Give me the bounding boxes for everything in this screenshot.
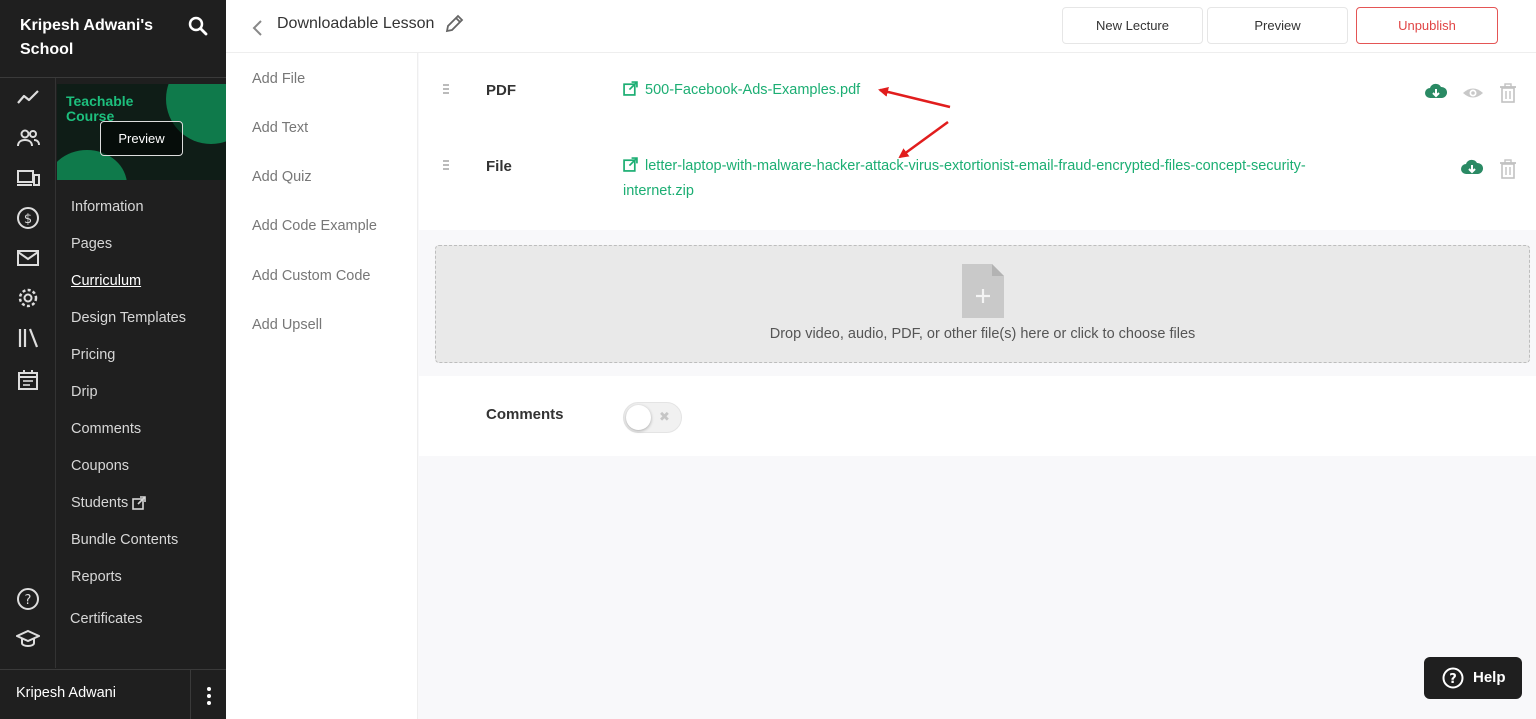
file-type-label: File: [486, 158, 512, 175]
dropzone-area: Drop video, audio, PDF, or other file(s)…: [419, 230, 1536, 376]
nav-item-pricing[interactable]: Pricing: [57, 338, 226, 375]
users-icon[interactable]: [16, 126, 40, 150]
drag-handle-icon[interactable]: [443, 84, 449, 98]
search-icon[interactable]: [188, 16, 208, 36]
nav-item-information[interactable]: Information: [57, 190, 226, 227]
nav-item-design-templates[interactable]: Design Templates: [57, 301, 226, 338]
add-custom-code-link[interactable]: Add Custom Code: [252, 268, 370, 284]
sidebar: Kripesh Adwani's School $ ? Teachable Co…: [0, 0, 226, 719]
add-quiz-link[interactable]: Add Quiz: [252, 169, 312, 185]
nav-item-coupons[interactable]: Coupons: [57, 449, 226, 486]
download-icon[interactable]: [1425, 81, 1447, 103]
file-name-line-1: letter-laptop-with-malware-hacker-attack…: [645, 158, 1306, 174]
nav-item-drip[interactable]: Drip: [57, 375, 226, 412]
comments-label: Comments: [486, 406, 564, 423]
nav-item-certificates[interactable]: Certificates: [57, 604, 143, 634]
graduation-cap-icon[interactable]: [16, 627, 40, 651]
school-name[interactable]: Kripesh Adwani's School: [20, 14, 170, 62]
gear-icon[interactable]: [16, 286, 40, 310]
comments-card: Comments ✖: [419, 376, 1536, 456]
svg-text:?: ?: [25, 593, 32, 608]
devices-icon[interactable]: [16, 166, 40, 190]
chevron-left-icon[interactable]: [250, 18, 264, 36]
add-upsell-link[interactable]: Add Upsell: [252, 317, 322, 333]
new-lecture-button[interactable]: New Lecture: [1062, 7, 1203, 44]
course-thumbnail: Teachable Course Preview: [57, 84, 226, 180]
trash-icon[interactable]: [1497, 82, 1519, 104]
calendar-icon[interactable]: [16, 368, 40, 392]
file-type-label: PDF: [486, 82, 516, 99]
mail-icon[interactable]: [16, 246, 40, 270]
lesson-title: Downloadable Lesson: [277, 15, 435, 32]
nav-item-bundle-contents[interactable]: Bundle Contents: [57, 523, 226, 560]
lesson-header: Downloadable Lesson New Lecture Preview …: [226, 0, 1536, 53]
thumbnail-preview-button[interactable]: Preview: [100, 121, 183, 156]
library-icon[interactable]: [16, 326, 40, 350]
dropzone-text: Drop video, audio, PDF, or other file(s)…: [769, 326, 1196, 342]
icon-rail: $ ?: [0, 78, 56, 668]
toggle-knob: [626, 405, 651, 430]
help-circle-icon: ?: [1442, 667, 1464, 689]
svg-text:?: ?: [1449, 672, 1457, 687]
help-button[interactable]: ? Help: [1424, 657, 1522, 699]
nav-item-students[interactable]: Students: [57, 486, 226, 523]
eye-icon[interactable]: [1462, 82, 1484, 104]
nav-item-label: Students: [71, 495, 129, 511]
dollar-icon[interactable]: $: [16, 206, 40, 230]
trend-icon[interactable]: [16, 86, 40, 110]
add-text-link[interactable]: Add Text: [252, 120, 308, 136]
file-link[interactable]: 500-Facebook-Ads-Examples.pdf: [623, 78, 860, 103]
files-card: PDF 500-Facebook-Ads-Examples.pdf File l…: [419, 53, 1536, 230]
school-header: Kripesh Adwani's School: [0, 0, 226, 78]
nav-item-curriculum[interactable]: Curriculum: [57, 264, 226, 301]
add-file-link[interactable]: Add File: [252, 71, 305, 87]
comments-toggle[interactable]: ✖: [623, 402, 682, 433]
pencil-icon[interactable]: [443, 13, 465, 35]
unpublish-button[interactable]: Unpublish: [1356, 7, 1498, 44]
external-link-icon: [132, 496, 147, 510]
help-label: Help: [1473, 669, 1506, 686]
drag-handle-icon[interactable]: [443, 160, 449, 174]
external-link-icon: [623, 81, 638, 96]
download-icon[interactable]: [1461, 157, 1483, 179]
user-bar: Kripesh Adwani: [0, 669, 226, 719]
add-code-example-link[interactable]: Add Code Example: [252, 218, 377, 234]
nav-item-pages[interactable]: Pages: [57, 227, 226, 264]
nav-item-reports[interactable]: Reports: [57, 560, 226, 597]
add-content-panel: Add File Add Text Add Quiz Add Code Exam…: [226, 53, 418, 719]
trash-icon[interactable]: [1497, 158, 1519, 180]
thumbnail-title: Teachable Course: [66, 93, 134, 124]
preview-button[interactable]: Preview: [1207, 7, 1348, 44]
user-name[interactable]: Kripesh Adwani: [16, 685, 116, 701]
nav-item-comments[interactable]: Comments: [57, 412, 226, 449]
course-nav: Information Pages Curriculum Design Temp…: [57, 190, 226, 597]
add-file-icon: [962, 264, 1004, 318]
file-link[interactable]: letter-laptop-with-malware-hacker-attack…: [623, 154, 1383, 204]
file-name-line-2: internet.zip: [623, 183, 694, 199]
file-name: 500-Facebook-Ads-Examples.pdf: [645, 82, 861, 98]
svg-text:$: $: [24, 212, 32, 227]
file-dropzone[interactable]: Drop video, audio, PDF, or other file(s)…: [435, 245, 1530, 363]
help-circle-icon[interactable]: ?: [16, 587, 40, 611]
kebab-menu-icon[interactable]: [190, 670, 226, 719]
toggle-off-icon: ✖: [659, 409, 670, 424]
external-link-icon: [623, 157, 638, 172]
